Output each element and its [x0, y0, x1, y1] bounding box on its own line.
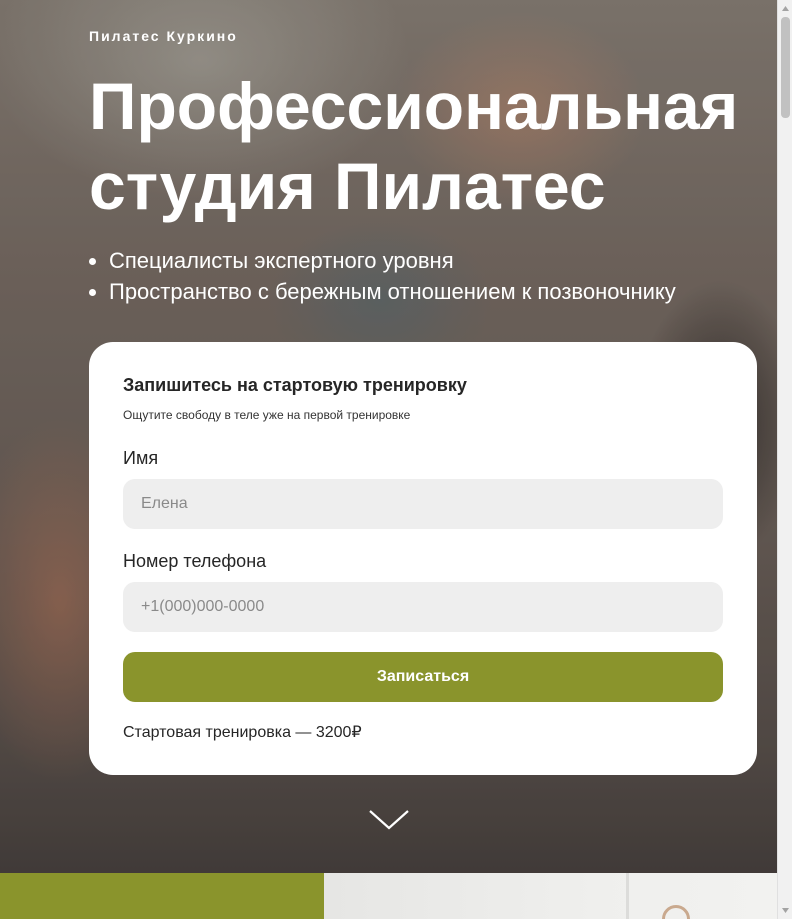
feature-list: Специалисты экспертного уровня Пространс… — [109, 245, 676, 307]
form-title: Запишитесь на стартовую тренировку — [123, 375, 467, 395]
feature-item: Пространство с бережным отношением к поз… — [109, 276, 676, 307]
scroll-up-arrow-icon[interactable] — [778, 1, 792, 16]
next-section-accent-block — [0, 873, 324, 919]
next-section-image — [324, 873, 777, 919]
submit-button[interactable]: Записаться — [123, 652, 723, 702]
name-label: Имя — [123, 448, 159, 468]
page: Пилатес Куркино Профессиональная студия … — [0, 0, 777, 919]
name-input[interactable] — [123, 479, 723, 529]
phone-label: Номер телефона — [123, 551, 267, 571]
phone-input[interactable] — [123, 582, 723, 632]
brand-name: Пилатес Куркино — [89, 28, 238, 44]
feature-item: Специалисты экспертного уровня — [109, 245, 676, 276]
chevron-down-icon[interactable] — [368, 808, 410, 832]
scrollbar-thumb[interactable] — [781, 17, 790, 118]
price-note: Стартовая тренировка — 3200₽ — [123, 724, 362, 741]
scroll-down-arrow-icon[interactable] — [778, 903, 792, 918]
page-title: Профессиональная студия Пилатес — [89, 69, 739, 223]
form-subtitle: Ощутите свободу в теле уже на первой тре… — [123, 408, 411, 422]
signup-form-card: Запишитесь на стартовую тренировку Ощути… — [89, 342, 757, 775]
page-scrollbar[interactable] — [777, 0, 792, 919]
